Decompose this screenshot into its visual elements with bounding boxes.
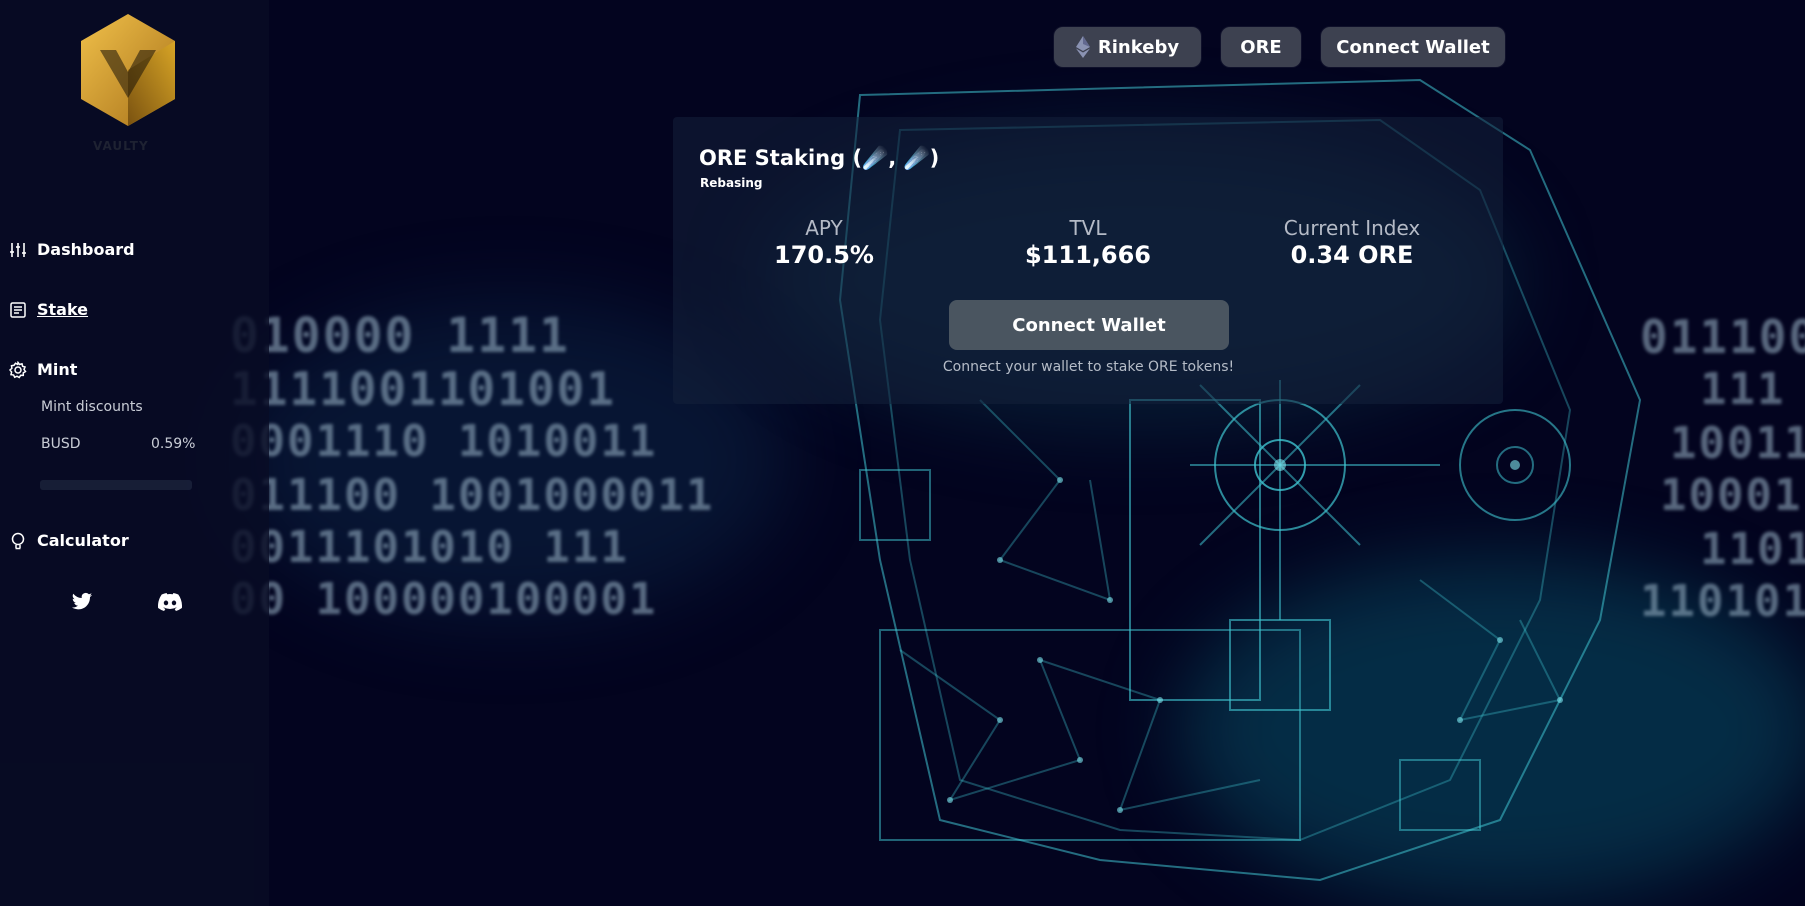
nav-stake[interactable]: Stake xyxy=(9,300,88,319)
ore-token-button[interactable]: ORE xyxy=(1221,27,1301,67)
metric-current-index-value: 0.34 ORE xyxy=(1290,241,1414,269)
network-button[interactable]: Rinkeby xyxy=(1054,27,1201,67)
staking-title: ORE Staking (☄️, ☄️) xyxy=(699,146,940,170)
metric-apy-value: 170.5% xyxy=(774,241,874,269)
staking-subtitle: Rebasing xyxy=(700,176,763,190)
nav-calculator-label: Calculator xyxy=(37,531,129,550)
metric-apy: APY 170.5% xyxy=(714,216,934,269)
metric-tvl-label: TVL xyxy=(1069,216,1107,240)
sidebar: VAULTY Dashboard Stake Mint Mint discoun… xyxy=(0,0,269,906)
mint-discounts-heading: Mint discounts xyxy=(41,399,143,415)
vaulty-logo[interactable] xyxy=(78,14,178,129)
bulb-icon xyxy=(11,532,25,549)
metric-tvl-value: $111,666 xyxy=(1024,241,1151,269)
document-icon xyxy=(10,301,26,318)
mint-discount-placeholder xyxy=(40,480,192,490)
discord-icon[interactable] xyxy=(158,592,182,612)
mint-discount-value: 0.59% xyxy=(151,436,196,452)
connect-wallet-button[interactable]: Connect Wallet xyxy=(949,300,1229,350)
nav-calculator[interactable]: Calculator xyxy=(9,531,129,550)
metric-current-index-label: Current Index xyxy=(1283,216,1421,240)
ethereum-icon xyxy=(1075,36,1090,58)
nav-mint[interactable]: Mint xyxy=(9,360,77,379)
nav-dashboard-label: Dashboard xyxy=(37,240,135,259)
nav-mint-label: Mint xyxy=(37,360,78,379)
connect-wallet-header-button[interactable]: Connect Wallet xyxy=(1321,27,1505,67)
mint-discount-token[interactable]: BUSD xyxy=(41,436,81,452)
nav-dashboard[interactable]: Dashboard xyxy=(9,240,135,259)
metric-current-index: Current Index 0.34 ORE xyxy=(1242,216,1462,269)
network-label: Rinkeby xyxy=(1097,36,1180,58)
sliders-icon xyxy=(10,242,26,257)
nav-stake-label: Stake xyxy=(37,300,89,319)
connect-wallet-header-label: Connect Wallet xyxy=(1336,36,1490,58)
ore-token-label: ORE xyxy=(1240,36,1282,58)
metric-apy-label: APY xyxy=(805,216,843,240)
gear-icon xyxy=(9,360,27,379)
twitter-icon[interactable] xyxy=(71,592,93,612)
connect-wallet-hint: Connect your wallet to stake ORE tokens! xyxy=(942,359,1235,375)
metric-tvl: TVL $111,666 xyxy=(978,216,1198,269)
logo-caption: VAULTY xyxy=(93,139,149,153)
